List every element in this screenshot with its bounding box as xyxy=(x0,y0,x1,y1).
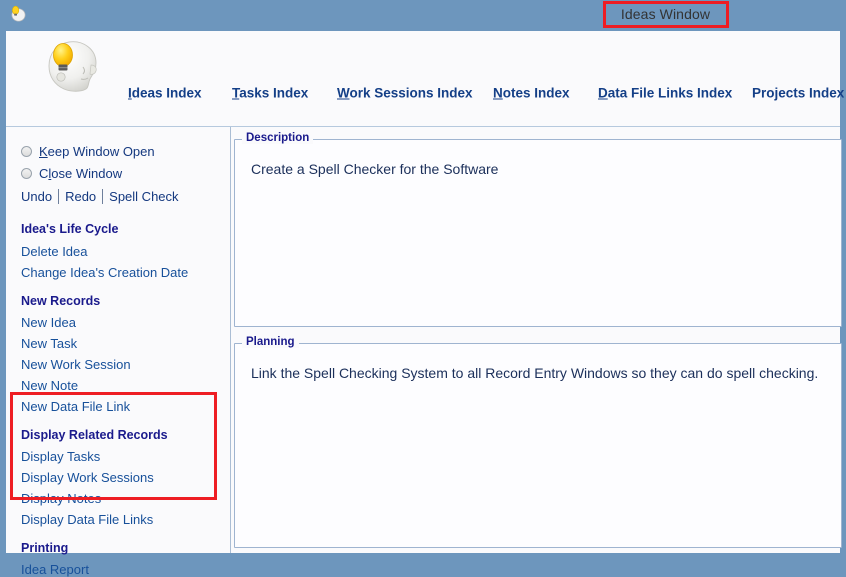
main-nav: Ideas Index Tasks Index Work Sessions In… xyxy=(116,31,844,101)
radio-keep-window-open-label: Keep Window Open xyxy=(39,143,155,159)
nav-ideas-index[interactable]: Ideas Index xyxy=(128,86,202,101)
sidebar-item-display-data-file-links[interactable]: Display Data File Links xyxy=(21,512,153,527)
sidebar: Keep Window Open Close Window Undo Redo … xyxy=(6,127,230,577)
ideas-window: Ideas Window Ideas Index Tasks Index Wor… xyxy=(0,0,846,577)
planning-panel-legend: Planning xyxy=(242,336,299,348)
undo-button[interactable]: Undo xyxy=(21,189,58,204)
sidebar-group-new-records: New Records xyxy=(21,294,101,308)
sidebar-item-display-tasks[interactable]: Display Tasks xyxy=(21,449,100,464)
sidebar-item-display-notes[interactable]: Display Notes xyxy=(21,491,101,506)
spell-check-button[interactable]: Spell Check xyxy=(103,189,184,204)
radio-indicator[interactable] xyxy=(21,167,32,179)
planning-text[interactable]: Link the Spell Checking System to all Re… xyxy=(251,364,831,383)
sidebar-item-idea-report[interactable]: Idea Report xyxy=(21,562,89,577)
sidebar-item-change-creation-date[interactable]: Change Idea's Creation Date xyxy=(21,265,188,280)
content-area: Description Create a Spell Checker for t… xyxy=(230,97,842,553)
sidebar-item-new-idea[interactable]: New Idea xyxy=(21,315,76,330)
lightbulb-head-icon xyxy=(8,4,28,24)
radio-close-window-label: Close Window xyxy=(39,165,123,181)
radio-close-window[interactable]: Close Window xyxy=(21,163,122,183)
client-area: Ideas Index Tasks Index Work Sessions In… xyxy=(6,31,844,577)
sidebar-item-new-work-session[interactable]: New Work Session xyxy=(21,357,131,372)
sidebar-item-delete-idea[interactable]: Delete Idea xyxy=(21,244,88,259)
lightbulb-head-logo xyxy=(39,37,105,95)
header: Ideas Index Tasks Index Work Sessions In… xyxy=(6,31,844,127)
redo-button[interactable]: Redo xyxy=(59,189,102,204)
sidebar-group-display-related-records: Display Related Records xyxy=(21,428,168,442)
description-panel: Description Create a Spell Checker for t… xyxy=(234,132,842,327)
sidebar-item-new-task[interactable]: New Task xyxy=(21,336,77,351)
description-panel-legend: Description xyxy=(242,132,314,144)
planning-panel: Planning Link the Spell Checking System … xyxy=(234,336,842,548)
sidebar-item-new-data-file-link[interactable]: New Data File Link xyxy=(21,399,130,414)
sidebar-item-display-work-sessions[interactable]: Display Work Sessions xyxy=(21,470,154,485)
edit-toolbar: Undo Redo Spell Check xyxy=(21,189,185,204)
radio-keep-window-open[interactable]: Keep Window Open xyxy=(21,141,155,161)
sidebar-item-new-note[interactable]: New Note xyxy=(21,378,78,393)
sidebar-group-idea-life-cycle: Idea's Life Cycle xyxy=(21,222,119,236)
radio-indicator[interactable] xyxy=(21,145,32,157)
title-bar: Ideas Window xyxy=(0,0,846,31)
description-text[interactable]: Create a Spell Checker for the Software xyxy=(251,160,831,179)
window-title: Ideas Window xyxy=(620,6,711,22)
